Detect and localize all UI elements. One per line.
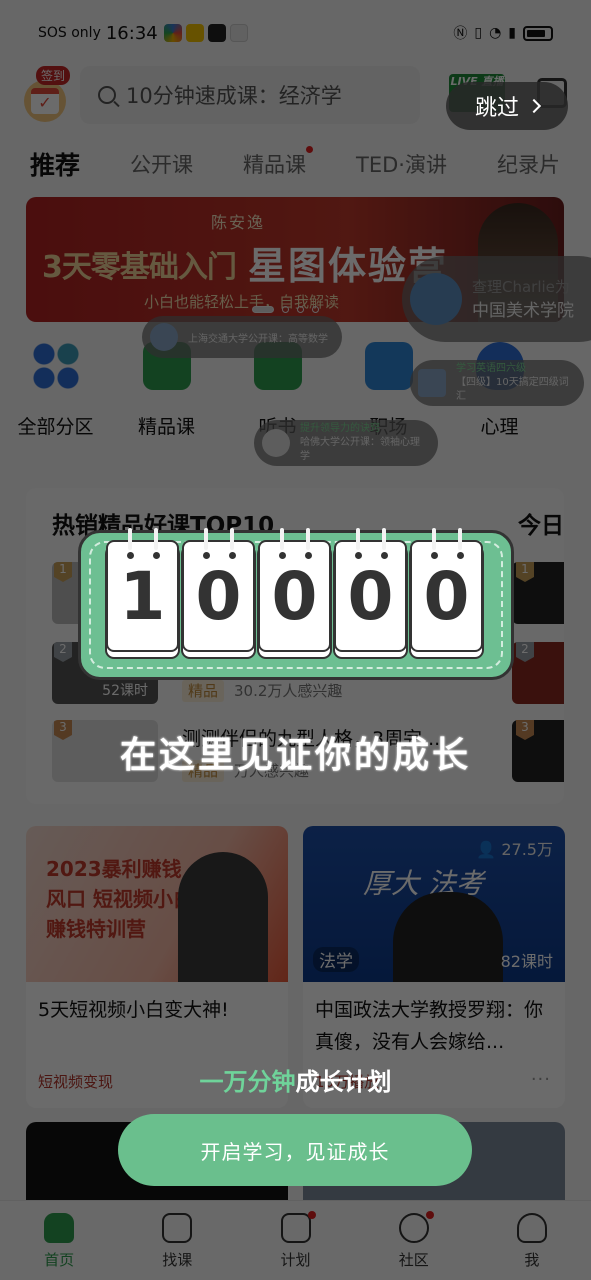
- binder-ring: [458, 528, 462, 550]
- binder-ring: [356, 528, 360, 550]
- binder-hole: [431, 552, 438, 559]
- digit-value: 0: [423, 557, 470, 635]
- binder-hole: [279, 552, 286, 559]
- counter-digit: 0: [334, 528, 407, 652]
- binder-ring: [128, 528, 132, 550]
- counter-digit: 0: [182, 528, 255, 652]
- binder-ring: [230, 528, 234, 550]
- binder-hole: [229, 552, 236, 559]
- binder-hole: [203, 552, 210, 559]
- digit-value: 1: [119, 557, 166, 635]
- binder-hole: [305, 552, 312, 559]
- counter-digit: 0: [410, 528, 483, 652]
- plan-title-rest: 成长计划: [295, 1068, 392, 1096]
- binder-hole: [457, 552, 464, 559]
- plan-title-highlight: 一万分钟: [199, 1068, 296, 1096]
- skip-button[interactable]: 跳过: [446, 82, 568, 130]
- binder-ring: [154, 528, 158, 550]
- digit-value: 0: [195, 557, 242, 635]
- overlay-slogan: 在这里见证你的成长: [119, 735, 471, 776]
- chevron-right-icon: [526, 98, 542, 114]
- binder-ring: [204, 528, 208, 550]
- counter-digit: 1: [106, 528, 179, 652]
- digit-value: 0: [347, 557, 394, 635]
- counter-digit: 0: [258, 528, 331, 652]
- plan-title: 一万分钟成长计划: [0, 1062, 591, 1097]
- binder-ring: [432, 528, 436, 550]
- binder-ring: [280, 528, 284, 550]
- start-learning-button[interactable]: 开启学习，见证成长: [118, 1114, 472, 1186]
- binder-ring: [382, 528, 386, 550]
- flip-counter: 1 0 0 0 0: [106, 528, 483, 652]
- binder-ring: [306, 528, 310, 550]
- app-root: SOS only 16:34 Ⓝ ▯ ◔ ▮ 签到 ✓ 10分钟速成课：经济学 …: [0, 0, 591, 1280]
- binder-hole: [381, 552, 388, 559]
- binder-hole: [127, 552, 134, 559]
- skip-label: 跳过: [474, 96, 519, 121]
- binder-hole: [153, 552, 160, 559]
- digit-value: 0: [271, 557, 318, 635]
- binder-hole: [355, 552, 362, 559]
